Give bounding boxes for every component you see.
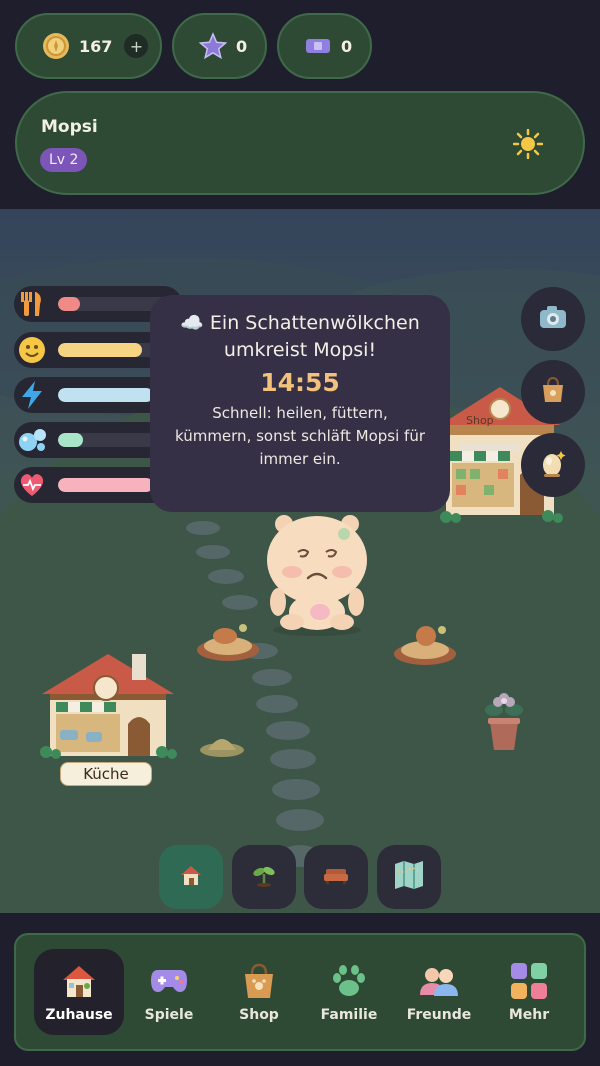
hygiene-level-bar [58, 433, 83, 447]
pet-name: Mopsi [41, 117, 98, 137]
sun-icon [513, 129, 543, 159]
paw-icon [329, 961, 369, 1001]
ticket-value: 0 [341, 36, 353, 56]
path-stone [276, 809, 324, 831]
flower-pot[interactable] [480, 688, 528, 754]
food-bowl[interactable] [392, 614, 458, 666]
house-icon [179, 864, 203, 890]
energy-level-bar [58, 388, 154, 402]
hunger-level-bar [58, 297, 81, 311]
star-value: 0 [236, 36, 248, 56]
kitchen-building[interactable] [38, 652, 178, 762]
gamepad-icon [149, 961, 189, 1001]
nav-spiele[interactable]: Spiele [124, 949, 214, 1035]
danger-tooltip: ☁️ Ein Schattenwölkchen umkreist Mopsi! … [150, 295, 450, 512]
path-stone [208, 569, 244, 584]
level-badge: Lv 2 [40, 148, 88, 172]
countdown-timer: 14:55 [260, 368, 340, 397]
star-icon [198, 31, 228, 61]
friends-icon [419, 961, 459, 1001]
map-tool-button[interactable] [377, 845, 441, 909]
bag-icon [540, 376, 566, 408]
garden-tool-button[interactable] [232, 845, 296, 909]
nav-label: Spiele [144, 1007, 194, 1023]
sofa-icon [323, 865, 349, 889]
coin-value: 167 [79, 36, 113, 56]
pet-mopsi[interactable] [262, 512, 372, 637]
mood-level-bar [58, 343, 142, 357]
ticket-icon [303, 31, 333, 61]
shop-sign: Shop [466, 414, 494, 427]
star-counter[interactable]: 0 [172, 13, 267, 79]
nav-label: Shop [239, 1007, 279, 1023]
path-stone [196, 545, 230, 559]
tooltip-message: Schnell: heilen, füttern, kümmern, sonst… [174, 404, 426, 468]
bubbles-icon [14, 422, 50, 458]
nav-label: Mehr [508, 1007, 550, 1023]
health-level-bar [58, 478, 154, 492]
bottom-navigation: Zuhause Spiele Shop Familie Freunde Mehr [14, 933, 586, 1051]
nav-freunde[interactable]: Freunde [394, 949, 484, 1035]
coin-counter[interactable]: 167 + [15, 13, 162, 79]
home-tool-button[interactable] [159, 845, 223, 909]
camera-icon [539, 305, 567, 333]
dirt-pile[interactable] [198, 722, 246, 758]
heart-icon [14, 467, 50, 503]
map-icon [393, 860, 425, 894]
camera-button[interactable] [521, 287, 585, 351]
path-stone [256, 695, 298, 713]
coin-icon [41, 31, 71, 61]
nav-shop[interactable]: Shop [214, 949, 304, 1035]
egg-button[interactable] [521, 433, 585, 497]
grid-icon [509, 961, 549, 1001]
kitchen-label[interactable]: Küche [60, 762, 152, 786]
food-bowl[interactable] [195, 610, 261, 662]
path-stone [270, 749, 316, 769]
add-coins-button[interactable]: + [124, 34, 149, 58]
furniture-tool-button[interactable] [304, 845, 368, 909]
nav-mehr[interactable]: Mehr [484, 949, 574, 1035]
lightning-icon [14, 377, 50, 413]
path-stone [252, 669, 292, 686]
pet-profile-bar[interactable]: Mopsi Lv 2 [15, 91, 585, 195]
nav-label: Zuhause [45, 1007, 113, 1023]
nav-label: Familie [320, 1007, 378, 1023]
smiley-icon [14, 332, 50, 368]
nav-label: Freunde [406, 1007, 472, 1023]
fork-knife-icon [14, 286, 50, 322]
nav-familie[interactable]: Familie [304, 949, 394, 1035]
ticket-counter[interactable]: 0 [277, 13, 372, 79]
egg-icon [540, 448, 566, 482]
nav-zuhause[interactable]: Zuhause [34, 949, 124, 1035]
path-stone [266, 721, 310, 740]
tooltip-title: ☁️ Ein Schattenwölkchen umkreist Mopsi! [180, 312, 420, 361]
house-icon [59, 961, 99, 1001]
path-stone [186, 521, 220, 535]
path-stone [272, 779, 320, 800]
inventory-button[interactable] [521, 360, 585, 424]
shopping-bag-icon [239, 961, 279, 1001]
sprout-icon [252, 863, 276, 891]
path-stone [222, 595, 258, 610]
